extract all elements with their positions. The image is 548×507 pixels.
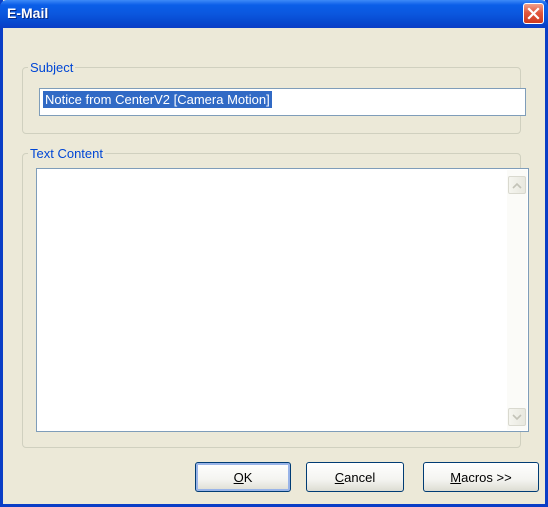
- cancel-button[interactable]: Cancel: [306, 462, 404, 492]
- scroll-up-button[interactable]: [508, 176, 526, 194]
- close-icon: [527, 7, 540, 20]
- cancel-label: ancel: [344, 469, 376, 485]
- subject-legend: Subject: [30, 60, 74, 75]
- scroll-down-icon: [512, 413, 522, 420]
- window-title: E-Mail: [7, 5, 49, 21]
- text-content-area[interactable]: [36, 168, 529, 432]
- cancel-mnemonic: C: [334, 469, 345, 485]
- scroll-down-button[interactable]: [508, 408, 526, 426]
- subject-input[interactable]: Notice from CenterV2 [Camera Motion]: [39, 88, 526, 116]
- macros-label: acros >>: [461, 469, 512, 485]
- macros-button[interactable]: Macros >>: [423, 462, 539, 492]
- close-button[interactable]: [523, 3, 544, 24]
- vertical-scrollbar[interactable]: [507, 170, 527, 430]
- scroll-up-icon: [512, 182, 522, 189]
- macros-mnemonic: M: [450, 469, 462, 485]
- ok-button[interactable]: OK: [195, 462, 291, 492]
- ok-label: K: [243, 469, 253, 485]
- ok-mnemonic: O: [233, 469, 244, 485]
- text-content-legend: Text Content: [30, 146, 103, 161]
- title-bar[interactable]: E-Mail: [0, 0, 548, 28]
- subject-value: Notice from CenterV2 [Camera Motion]: [43, 91, 272, 108]
